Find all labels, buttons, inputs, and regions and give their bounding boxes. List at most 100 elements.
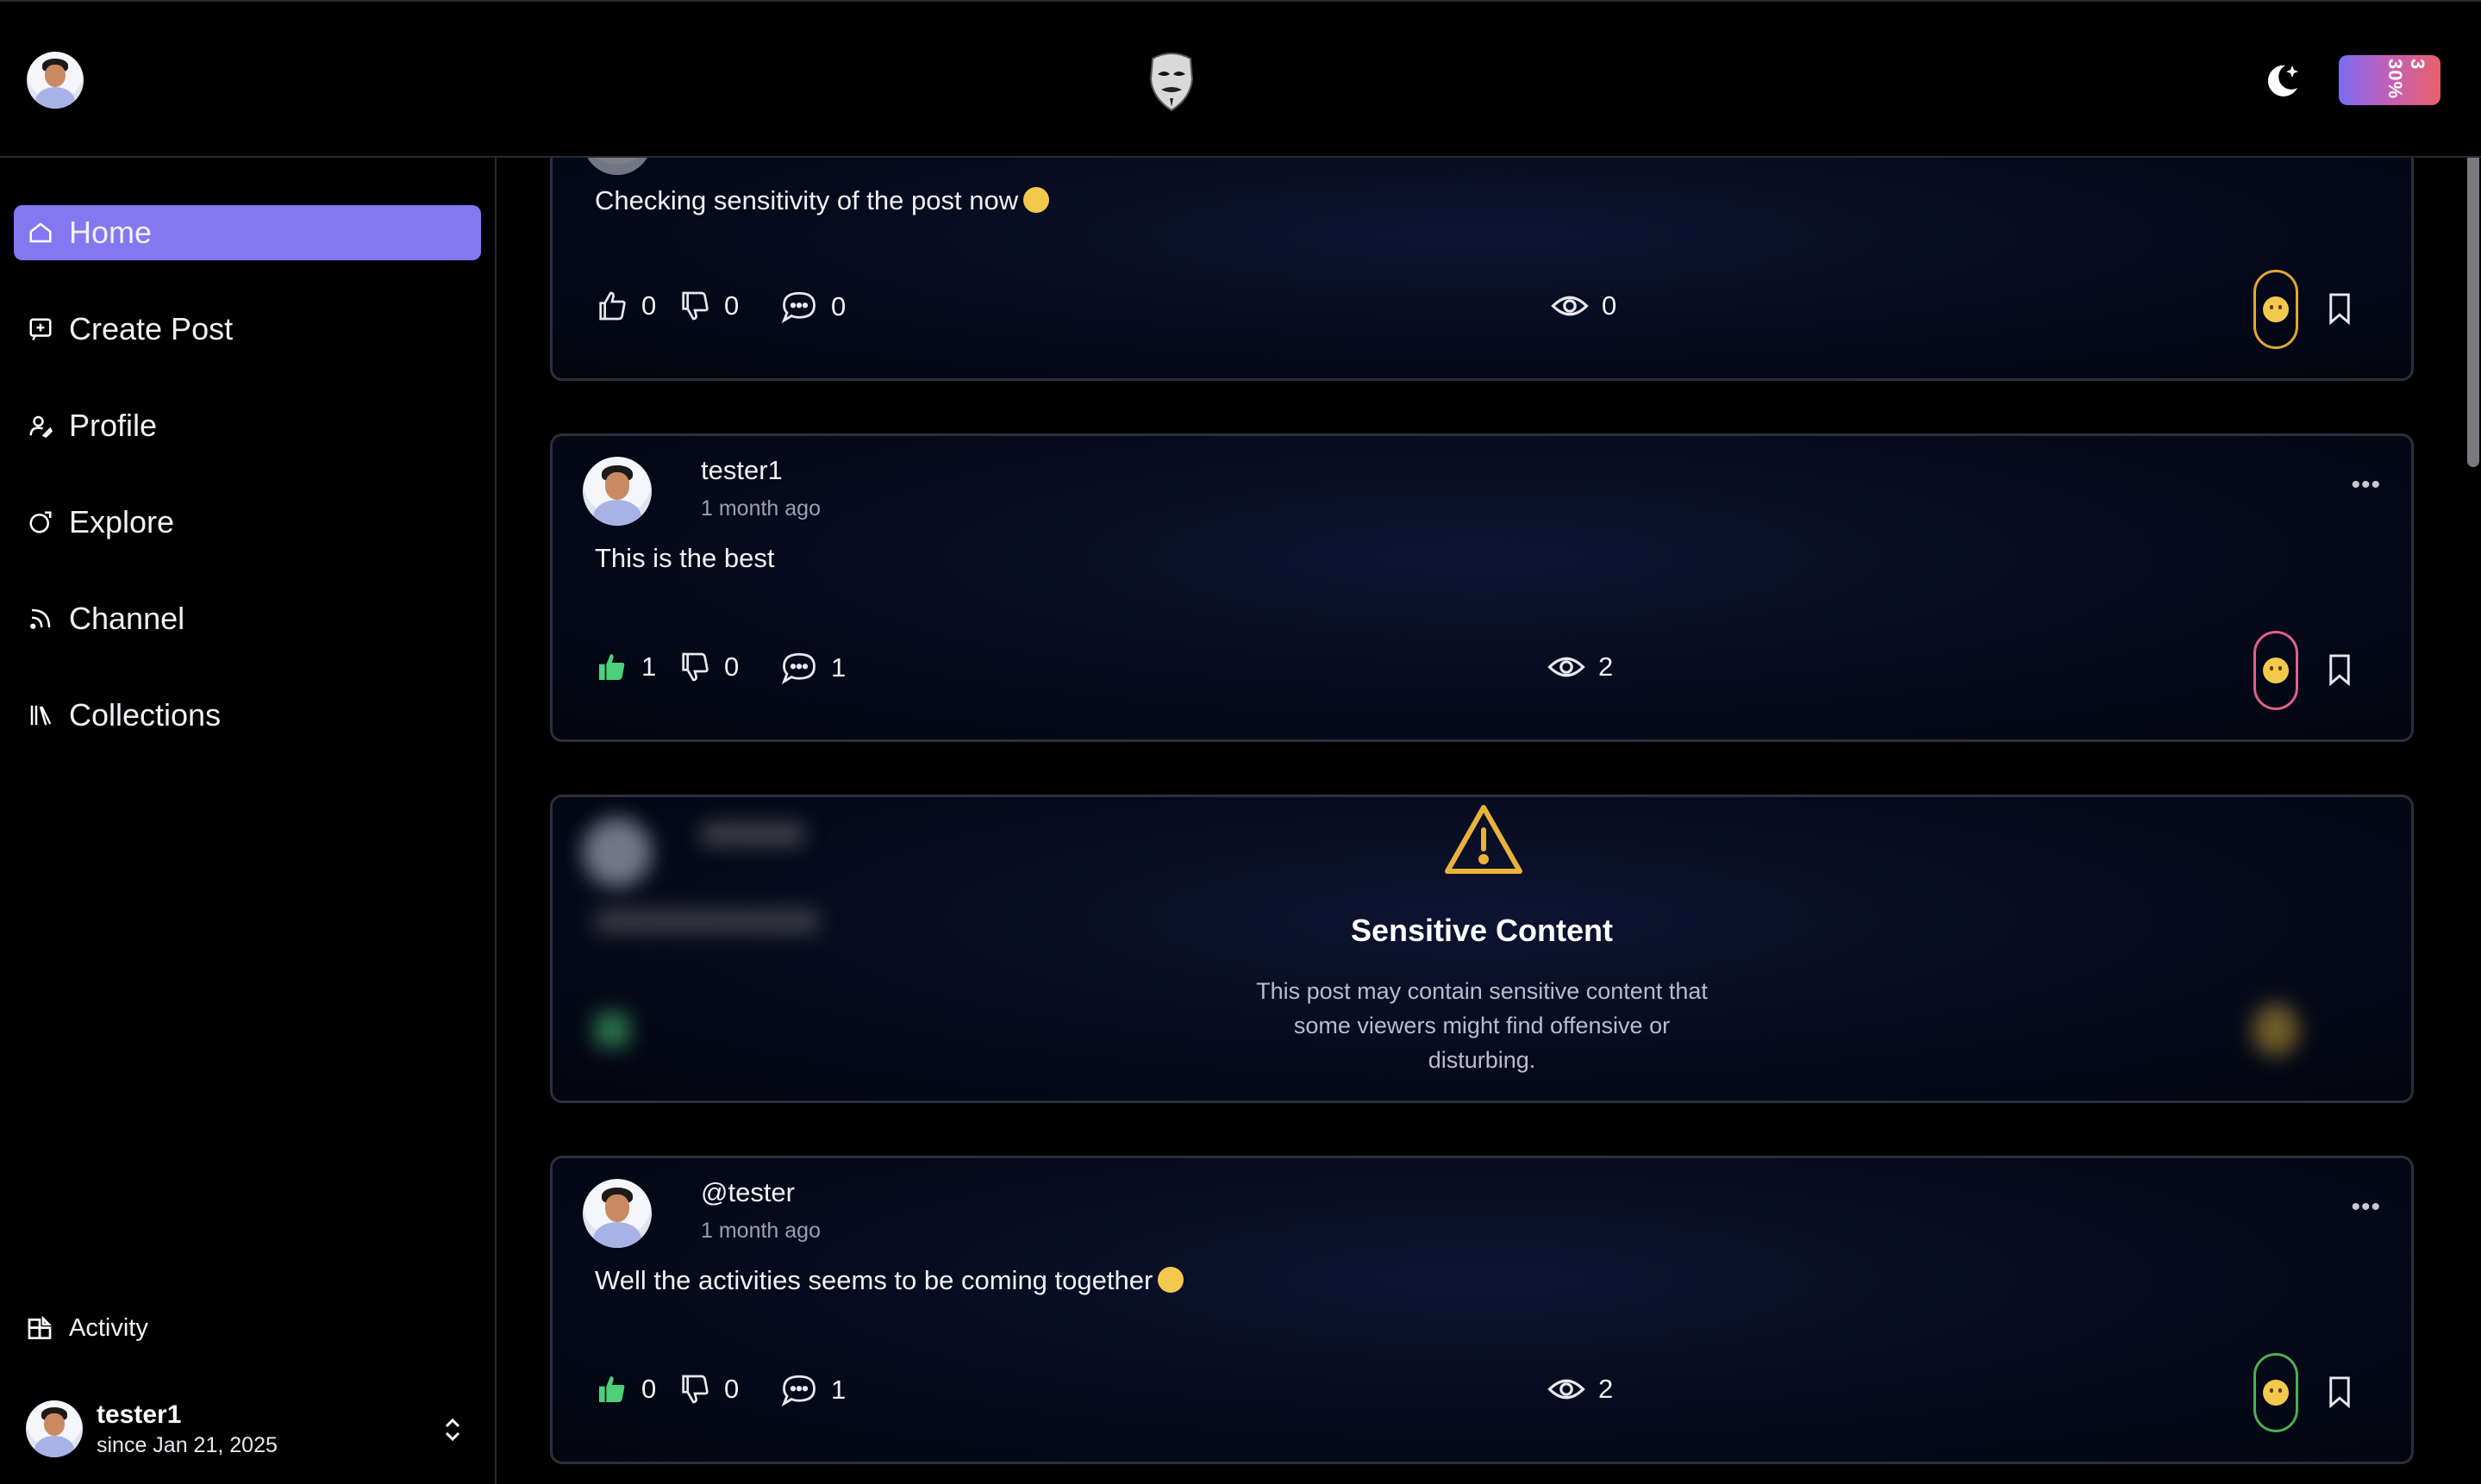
sidebar-item-create-post[interactable]: Create Post [14, 302, 481, 357]
activity-label: Activity [69, 1314, 148, 1342]
comment-count: 1 [831, 652, 847, 683]
comment-count: 0 [831, 291, 847, 321]
views-counter: 0 [1550, 289, 1616, 323]
like-button[interactable]: 0 [595, 1372, 656, 1406]
activity-icon [28, 1315, 52, 1339]
dislike-count: 0 [724, 290, 740, 321]
post-username[interactable]: @tester [701, 1177, 795, 1208]
dislike-count: 0 [724, 1374, 740, 1404]
sensitive-description: This post may contain sensitive content … [1256, 978, 1708, 1073]
post-actions: 1 0 1 2 [595, 650, 2371, 691]
view-count: 2 [1598, 1374, 1614, 1404]
sidebar-item-collections[interactable]: Collections [14, 688, 481, 743]
profile-icon [26, 411, 55, 440]
avatar [26, 1400, 83, 1457]
rss-icon [26, 604, 55, 633]
promo-button[interactable]: 3 30% [2339, 55, 2440, 105]
comment-icon [781, 652, 816, 685]
more-options-icon[interactable]: ••• [2351, 1193, 2381, 1222]
eye-icon [1547, 657, 1585, 677]
library-icon [26, 701, 55, 730]
post-actions: 0 0 0 0 [595, 289, 2371, 330]
dislike-button[interactable]: 0 [678, 289, 739, 323]
sidebar-item-label: Channel [69, 601, 185, 636]
emoji-icon [2263, 1380, 2289, 1406]
thumbs-down-icon [682, 291, 709, 321]
emoji-icon [2263, 658, 2289, 683]
views-counter: 2 [1547, 1372, 1613, 1406]
thumbs-up-filled-icon [599, 654, 625, 680]
views-counter: 2 [1547, 650, 1613, 684]
emoji-icon [1158, 1267, 1184, 1293]
more-options-icon[interactable]: ••• [2351, 471, 2381, 500]
comment-count: 1 [831, 1375, 847, 1405]
create-post-icon [26, 315, 55, 344]
post-avatar[interactable] [583, 1179, 652, 1248]
sidebar-item-label: Create Post [69, 311, 234, 346]
reaction-button[interactable] [2253, 631, 2298, 710]
sidebar-item-label: Explore [69, 504, 175, 539]
reaction-button[interactable] [2253, 270, 2298, 349]
eye-icon [1547, 1379, 1585, 1400]
comment-button[interactable]: 1 [779, 650, 846, 686]
post-text: Well the activities seems to be coming t… [595, 1265, 1184, 1296]
post-avatar[interactable] [583, 457, 652, 526]
post-text: This is the best [595, 543, 775, 573]
post-actions: 0 0 1 2 [595, 1372, 2371, 1413]
promo-badge-text: 3 30% [2384, 59, 2428, 100]
bookmark-icon[interactable] [2327, 1375, 2353, 1408]
thumbs-down-icon [682, 652, 709, 682]
sidebar-item-profile[interactable]: Profile [14, 398, 481, 453]
post-card[interactable]: tester1 1 month ago ••• This is the best… [550, 433, 2414, 742]
comment-button[interactable]: 1 [779, 1372, 846, 1408]
bookmark-icon[interactable] [2327, 292, 2353, 325]
view-count: 2 [1598, 652, 1614, 682]
dislike-button[interactable]: 0 [678, 1372, 739, 1406]
post-time: 1 month ago [701, 1219, 821, 1243]
user-card[interactable]: tester1 since Jan 21, 2025 [26, 1399, 474, 1459]
sensitive-overlay[interactable]: Sensitive Content This post may contain … [553, 797, 2411, 1101]
emoji-icon [1023, 187, 1050, 213]
top-header: 3 30% [0, 0, 2481, 158]
thumbs-up-icon [599, 291, 626, 321]
chevron-up-down-icon[interactable] [441, 1414, 464, 1445]
user-since: since Jan 21, 2025 [97, 1433, 278, 1457]
sidebar: Home Create Post Profile Explore Channel… [0, 158, 497, 1484]
like-count: 0 [641, 1374, 657, 1404]
comment-icon [781, 291, 816, 324]
scrollbar[interactable] [2467, 112, 2479, 467]
reaction-button[interactable] [2253, 1353, 2298, 1432]
emoji-icon [2263, 296, 2289, 322]
header-avatar[interactable] [27, 52, 84, 109]
like-button[interactable]: 1 [595, 650, 656, 684]
sidebar-item-label: Home [69, 215, 153, 250]
sensitive-post-card[interactable]: Sensitive Content This post may contain … [550, 795, 2414, 1103]
like-count: 1 [641, 652, 657, 682]
thumbs-up-filled-icon [599, 1376, 625, 1402]
moon-star-icon[interactable] [2259, 59, 2303, 102]
sidebar-item-explore[interactable]: Explore [14, 495, 481, 550]
sidebar-item-channel[interactable]: Channel [14, 591, 481, 646]
view-count: 0 [1602, 290, 1617, 321]
thumbs-down-icon [682, 1375, 709, 1404]
comment-button[interactable]: 0 [779, 289, 846, 325]
dislike-button[interactable]: 0 [678, 650, 739, 684]
sidebar-item-label: Collections [69, 697, 222, 733]
sidebar-item-label: Profile [69, 408, 158, 443]
eye-icon [1551, 296, 1589, 316]
warning-triangle-icon [1445, 805, 1522, 874]
bookmark-icon[interactable] [2327, 653, 2353, 686]
post-card[interactable]: @tester 1 month ago ••• Well the activit… [550, 1156, 2414, 1464]
anonymous-mask-icon[interactable] [1147, 50, 1196, 112]
post-username[interactable]: tester1 [701, 455, 783, 486]
like-button[interactable]: 0 [595, 289, 656, 323]
like-count: 0 [641, 290, 657, 321]
explore-icon [26, 508, 55, 537]
sidebar-item-home[interactable]: Home [14, 205, 481, 260]
post-time: 1 month ago [701, 496, 821, 521]
sensitive-title: Sensitive Content [1350, 913, 1614, 948]
comment-icon [781, 1375, 816, 1407]
dislike-count: 0 [724, 652, 740, 682]
sidebar-item-activity[interactable]: Activity [26, 1314, 148, 1343]
post-card[interactable]: Checking sensitivity of the post now 0 0… [550, 138, 2414, 381]
